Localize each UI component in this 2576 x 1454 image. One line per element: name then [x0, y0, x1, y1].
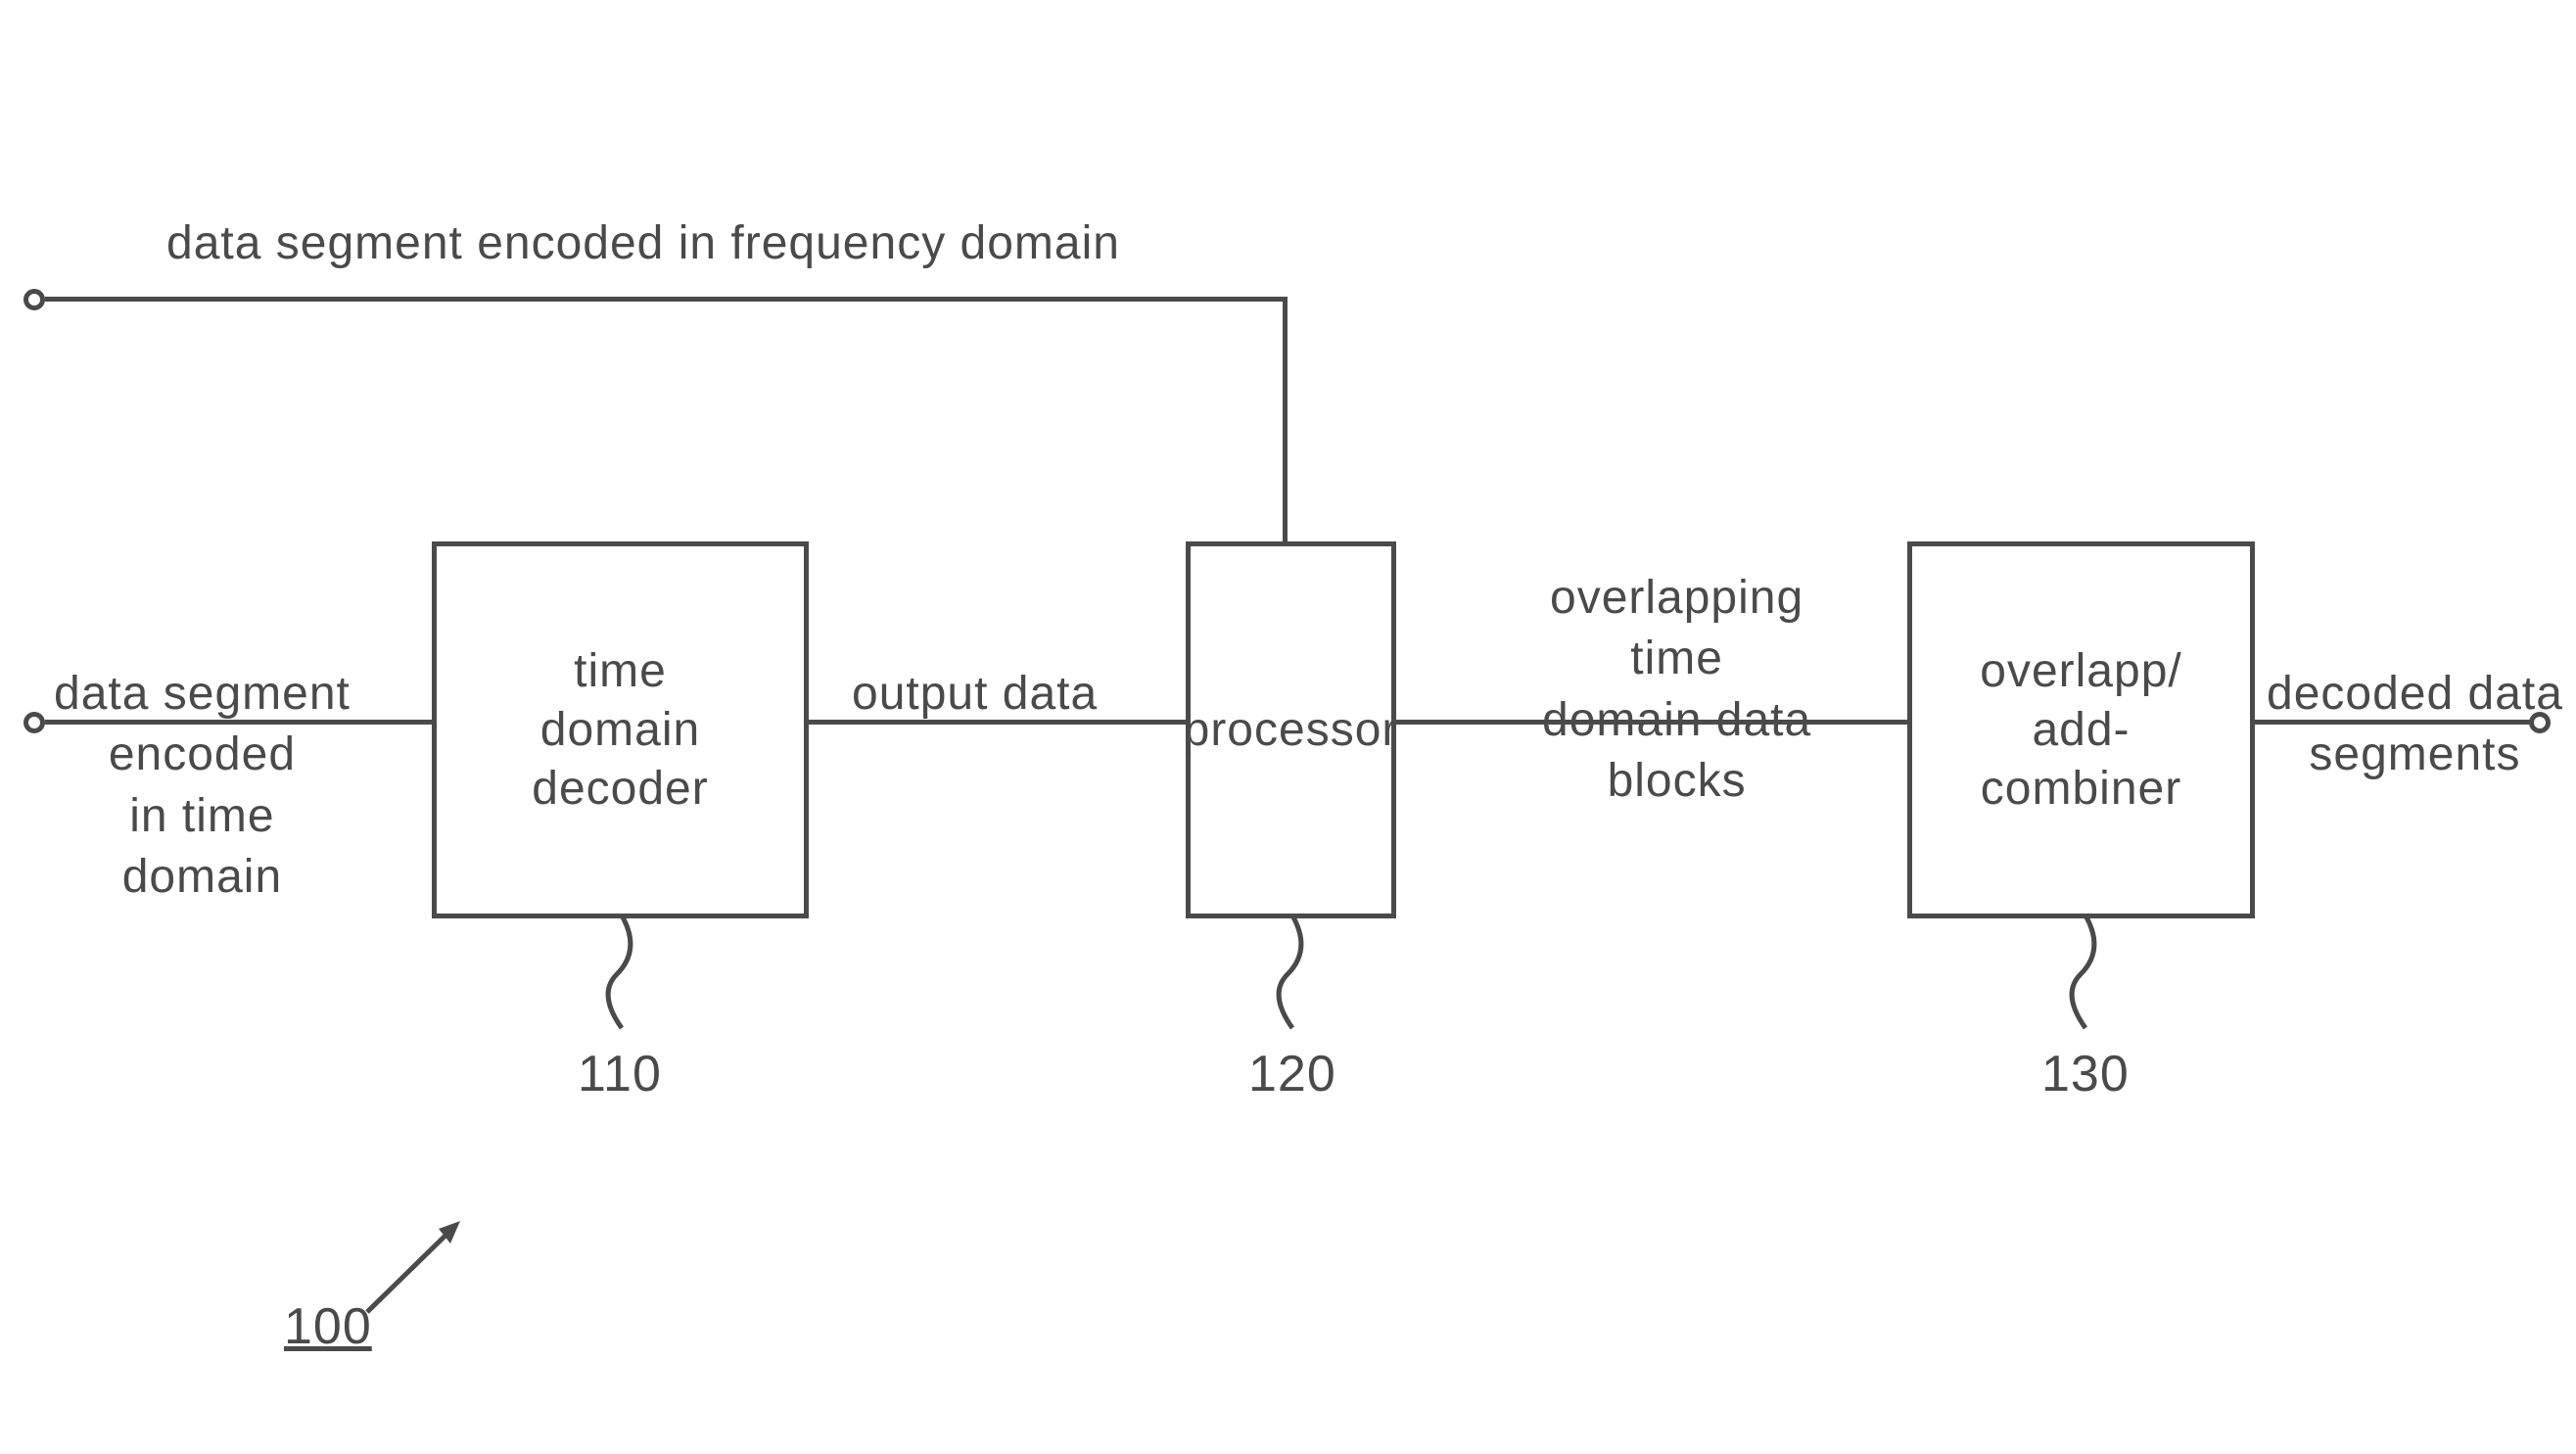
time-input-label: data segment encoded in time domain	[54, 664, 351, 909]
decoder-ref: 110	[578, 1045, 662, 1103]
diagram-canvas: data segment encoded in frequency domain…	[0, 0, 2576, 1454]
processor-label: processor	[1184, 701, 1399, 760]
figure-ref: 100	[284, 1297, 372, 1356]
processor-ref: 120	[1248, 1045, 1336, 1103]
overlap-blocks-label: overlapping time domain data blocks	[1542, 568, 1811, 813]
combiner-ref: 130	[2041, 1045, 2130, 1103]
decoder-lead	[597, 915, 656, 1033]
figure-ref-arrow	[362, 1214, 480, 1322]
freq-line-h	[45, 297, 1288, 302]
time-domain-decoder-block: time domain decoder	[432, 541, 809, 918]
time-input-terminal	[23, 712, 45, 733]
processor-lead	[1268, 915, 1327, 1033]
decoder-label: time domain decoder	[532, 642, 708, 819]
combiner-lead	[2061, 915, 2120, 1033]
decoded-label: decoded data segments	[2267, 664, 2563, 786]
overlap-add-combiner-block: overlapp/ add- combiner	[1907, 541, 2255, 918]
freq-input-label: data segment encoded in frequency domain	[166, 213, 1120, 274]
combiner-label: overlapp/ add- combiner	[1980, 642, 2181, 819]
freq-input-terminal	[23, 289, 45, 310]
output-data-label: output data	[852, 664, 1098, 725]
freq-line-v	[1283, 297, 1288, 541]
processor-block: processor	[1186, 541, 1396, 918]
